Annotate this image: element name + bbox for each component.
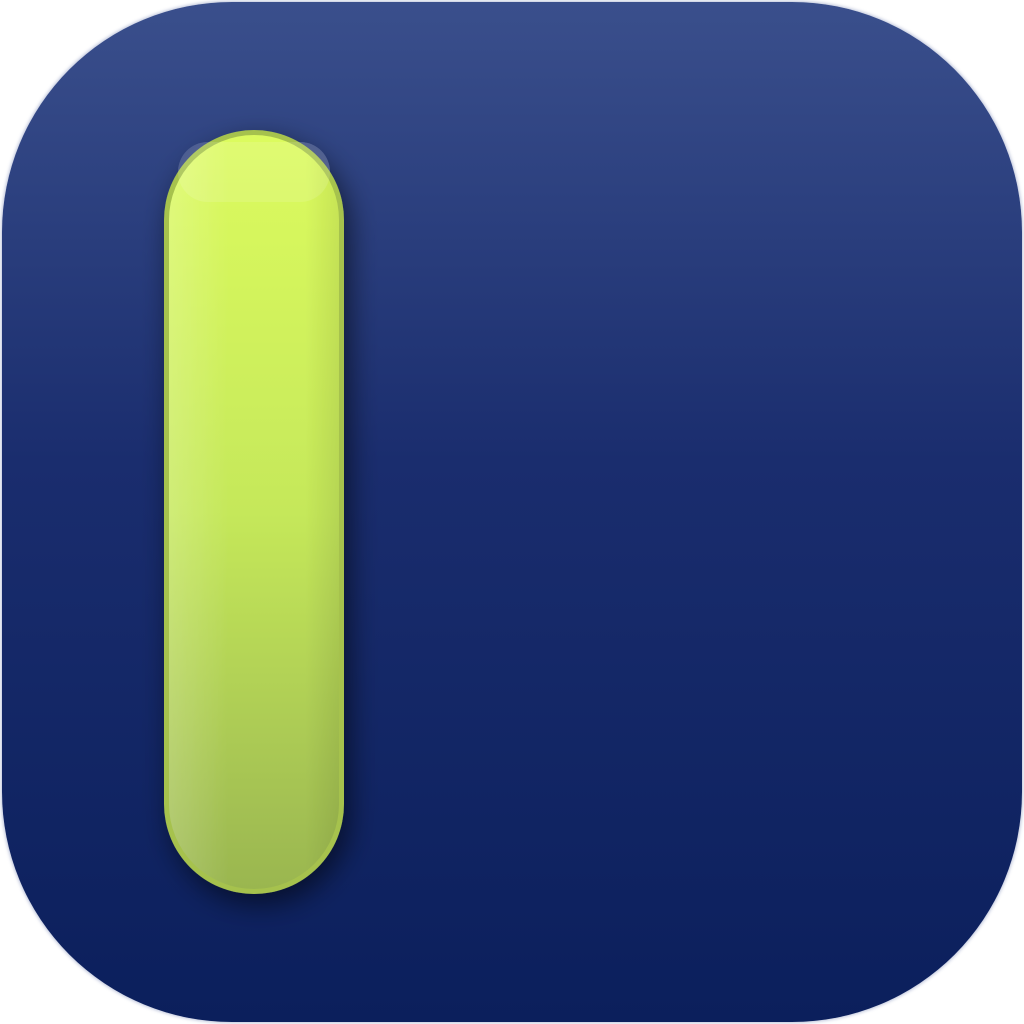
icon-canvas (0, 0, 1024, 1024)
sidebar-bar (164, 130, 344, 894)
icon-background (2, 2, 1022, 1022)
app-icon (2, 2, 1022, 1022)
app-icon-graphic (2, 2, 1022, 1022)
